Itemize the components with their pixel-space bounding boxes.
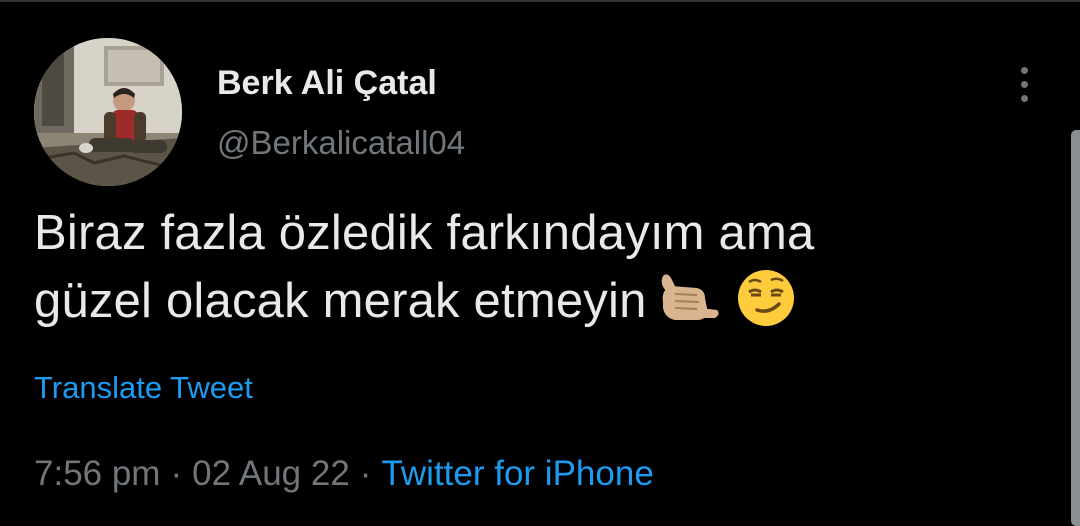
more-options-button[interactable]	[1006, 60, 1042, 108]
tweet-text-line: Biraz fazla özledik farkındayım ama	[34, 206, 815, 260]
tweet-meta: 7:56 pm · 02 Aug 22 · Twitter for iPhone	[34, 454, 654, 494]
tweet-time[interactable]: 7:56 pm	[34, 454, 160, 493]
tweet-text-line-with-emojis: güzel olacak merak etmeyin	[34, 267, 994, 335]
more-icon	[1020, 94, 1028, 102]
tweet-text-line: güzel olacak merak etmeyin	[34, 274, 647, 328]
avatar-photo	[34, 38, 182, 186]
translate-tweet-link[interactable]: Translate Tweet	[34, 370, 253, 406]
call-me-hand-emoji-icon	[657, 268, 723, 328]
tweet-card: Berk Ali Çatal @Berkalicatall04 Biraz fa…	[0, 0, 1060, 526]
more-icon	[1020, 80, 1028, 88]
tweet-text: Biraz fazla özledik farkındayım ama güze…	[34, 199, 994, 335]
more-icon	[1020, 66, 1028, 74]
smirking-face-emoji-icon	[733, 268, 799, 328]
author-display-name[interactable]: Berk Ali Çatal	[217, 64, 437, 103]
scrollbar[interactable]	[1071, 130, 1080, 526]
meta-separator: ·	[170, 454, 183, 493]
tweet-source-link[interactable]: Twitter for iPhone	[381, 454, 653, 493]
avatar[interactable]	[34, 38, 182, 186]
meta-separator: ·	[359, 454, 372, 493]
tweet-date[interactable]: 02 Aug 22	[192, 454, 350, 493]
author-handle[interactable]: @Berkalicatall04	[217, 124, 465, 162]
